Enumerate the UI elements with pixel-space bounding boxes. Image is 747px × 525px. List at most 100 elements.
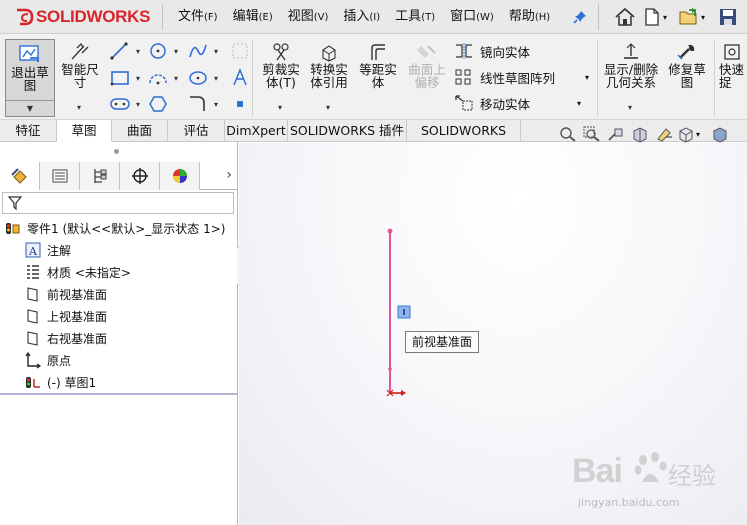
command-manager: 退出草 图 ▼ 智能尺 寸 ▾ ▾ ▾ ▾ ▾ ▾ ▾ ▾ ▾ 剪裁实 体(T)… — [0, 34, 747, 120]
tab-configuration-manager[interactable] — [80, 162, 120, 190]
rectangle-button[interactable] — [108, 67, 132, 89]
linear-pattern-button[interactable]: 线性草图阵列 ▾ — [454, 66, 589, 88]
mirror-entities-button[interactable]: 镜向实体 — [454, 40, 530, 62]
menu-window[interactable]: 窗口 (W) — [450, 0, 494, 34]
tab-display-manager[interactable] — [160, 162, 200, 190]
convert-label: 转换实 体引用 — [310, 62, 348, 90]
text-icon — [233, 67, 247, 86]
quick-snaps-button[interactable]: 快速 捉 — [717, 42, 747, 89]
chevron-down-icon[interactable]: ▾ — [77, 104, 81, 112]
tab-evaluate[interactable]: 评估 — [168, 120, 225, 141]
tree-item-material[interactable]: 材质 <未指定> — [24, 262, 131, 282]
smart-dimension-button[interactable]: 智能尺 寸 — [58, 42, 102, 89]
chevron-down-icon[interactable]: ▾ — [585, 73, 589, 82]
chevron-down-icon[interactable]: ▾ — [174, 75, 178, 83]
move-entities-button[interactable]: 移动实体 ▾ — [454, 92, 581, 114]
slot-button[interactable] — [108, 93, 132, 115]
line-button[interactable] — [108, 40, 132, 62]
chevron-down-icon[interactable]: ▼ — [6, 100, 54, 116]
display-delete-relations-button[interactable]: 显示/删除 几何关系 — [600, 42, 662, 89]
rollback-bar[interactable] — [0, 393, 238, 395]
tree-item-front-plane[interactable]: 前视基准面 — [24, 284, 107, 304]
tree-item-sketch1[interactable]: (-) 草图1 — [24, 372, 96, 392]
chevron-down-icon[interactable]: ▾ — [136, 101, 140, 109]
zoom-to-area-button[interactable] — [580, 124, 604, 144]
chevron-down-icon[interactable]: ▾ — [214, 101, 218, 109]
tab-property-manager[interactable] — [40, 162, 80, 190]
linear-pattern-icon — [455, 69, 471, 85]
chevron-down-icon[interactable]: ▾ — [628, 104, 632, 112]
tree-item-annotations[interactable]: A 注解 — [24, 240, 71, 260]
home-button[interactable] — [614, 6, 636, 28]
tab-feature-manager[interactable] — [0, 162, 40, 190]
fillet-button[interactable] — [186, 93, 210, 115]
section-view-icon — [633, 127, 647, 143]
ellipse-button[interactable] — [186, 67, 210, 89]
previous-view-button[interactable] — [604, 124, 628, 144]
point-button[interactable] — [228, 93, 252, 115]
spline-button[interactable] — [186, 40, 210, 62]
menu-help[interactable]: 帮助 (H) — [509, 0, 550, 34]
tab-features[interactable]: 特征 — [0, 120, 57, 141]
exit-sketch-button[interactable]: 退出草 图 ▼ — [5, 39, 55, 117]
menu-key: (V) — [313, 12, 329, 23]
chevron-down-icon[interactable]: ▾ — [663, 13, 667, 22]
tree-item-part[interactable]: 零件1 (默认<<默认>_显示状态 1>) — [4, 218, 225, 238]
menu-insert[interactable]: 插入 (I) — [343, 0, 380, 34]
pin-menu-icon[interactable] — [572, 9, 588, 25]
convert-entities-button[interactable]: 转换实 体引用 — [306, 42, 352, 89]
chevron-down-icon[interactable]: ▾ — [136, 75, 140, 83]
offset-entities-button[interactable]: 等距实 体 — [355, 42, 401, 89]
circle-button[interactable] — [146, 40, 170, 62]
tree-item-label: 前视基准面 — [47, 287, 108, 302]
arc-button[interactable] — [146, 67, 170, 89]
sketch-endpoint[interactable] — [387, 228, 393, 234]
tab-dimxpert[interactable]: DimXpert — [225, 120, 288, 141]
offset-on-surface-button[interactable]: 曲面上 偏移 — [403, 42, 451, 89]
repair-sketch-button[interactable]: 修复草 图 — [664, 42, 710, 89]
polygon-button[interactable] — [146, 93, 170, 115]
repair-sketch-label: 修复草 图 — [668, 62, 706, 90]
menu-edit[interactable]: 编辑 (E) — [233, 0, 273, 34]
menu-key: (F) — [204, 12, 218, 23]
chevron-down-icon[interactable]: ▾ — [326, 104, 330, 112]
annotation-icon: A — [24, 241, 42, 259]
text-button[interactable] — [228, 67, 252, 89]
chevron-down-icon[interactable]: ▾ — [278, 104, 282, 112]
construction-icon — [232, 43, 248, 59]
tab-addins[interactable]: SOLIDWORKS 插件 — [288, 120, 407, 141]
tab-surfaces[interactable]: 曲面 — [112, 120, 168, 141]
tab-mbd[interactable]: SOLIDWORKS MBD — [407, 120, 521, 159]
chevron-right-icon[interactable]: › — [226, 167, 232, 183]
construction-geometry-button[interactable] — [228, 40, 252, 62]
menu-file[interactable]: 文件 (F) — [178, 0, 218, 34]
menu-view[interactable]: 视图 (V) — [288, 0, 329, 34]
tab-dimxpert-manager[interactable] — [120, 162, 160, 190]
zoom-to-fit-button[interactable] — [556, 124, 580, 144]
tree-item-origin[interactable]: 原点 — [24, 350, 71, 370]
view-orientation-button[interactable]: ▾ — [676, 124, 700, 144]
tree-filter[interactable] — [2, 192, 234, 214]
display-style-button[interactable] — [708, 124, 732, 144]
chevron-down-icon[interactable]: ▾ — [577, 99, 581, 108]
display-style-icon — [713, 127, 727, 143]
tree-item-right-plane[interactable]: 右视基准面 — [24, 328, 107, 348]
new-document-button[interactable]: ▾ — [642, 6, 667, 28]
chevron-down-icon[interactable]: ▾ — [214, 75, 218, 83]
open-button[interactable]: ▾ — [678, 6, 705, 28]
save-button[interactable] — [718, 6, 738, 28]
dynamic-annotation-view-button[interactable] — [652, 124, 676, 144]
view-orientation-icon — [679, 127, 693, 143]
tree-item-top-plane[interactable]: 上视基准面 — [24, 306, 107, 326]
chevron-down-icon[interactable]: ▾ — [701, 13, 705, 22]
chevron-down-icon[interactable]: ▾ — [174, 48, 178, 56]
section-view-button[interactable] — [628, 124, 652, 144]
chevron-down-icon[interactable]: ▾ — [696, 130, 700, 139]
trim-entities-button[interactable]: 剪裁实 体(T) — [258, 42, 304, 89]
chevron-down-icon[interactable]: ▾ — [214, 48, 218, 56]
chevron-down-icon[interactable]: ▾ — [136, 48, 140, 56]
zoom-to-area-icon — [583, 126, 600, 142]
tab-sketch[interactable]: 草图 — [57, 120, 112, 142]
panel-grip[interactable] — [114, 149, 119, 154]
menu-tools[interactable]: 工具 (T) — [395, 0, 435, 34]
